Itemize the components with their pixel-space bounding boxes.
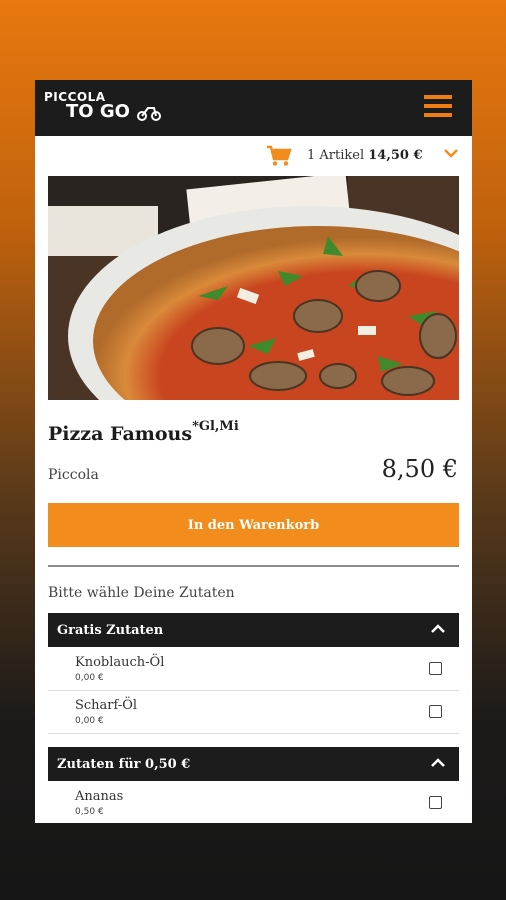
cart-bar[interactable]: 1 Artikel 14,50 €: [35, 136, 472, 176]
top-bar: PICCOLA TO GO: [35, 80, 472, 136]
chevron-up-icon[interactable]: [431, 758, 445, 768]
product-size: Piccola: [48, 467, 99, 483]
ingredients-prompt: Bitte wähle Deine Zutaten: [48, 585, 235, 601]
chevron-up-icon[interactable]: [431, 624, 445, 634]
group-header-paid[interactable]: Zutaten für 0,50 €: [48, 747, 459, 781]
add-to-cart-button[interactable]: In den Warenkorb: [48, 503, 459, 547]
scooter-icon: [137, 107, 161, 121]
list-item[interactable]: Ananas 0,50 €: [48, 782, 459, 823]
cart-count: 1 Artikel: [307, 148, 365, 163]
allergen-codes: *Gl,Mi: [192, 419, 239, 434]
product-image: [48, 176, 459, 400]
product-title: Pizza Famous*Gl,Mi: [48, 419, 239, 445]
chevron-down-icon[interactable]: [444, 148, 458, 158]
product-card: PICCOLA TO GO 1 Artikel 14,50 € Pizza Fa…: [35, 80, 472, 823]
ingredient-checkbox[interactable]: [429, 705, 442, 718]
hamburger-menu-icon[interactable]: [424, 95, 452, 121]
product-price: 8,50 €: [381, 455, 458, 483]
shopping-cart-icon[interactable]: [266, 145, 292, 167]
ingredient-checkbox[interactable]: [429, 662, 442, 675]
divider: [48, 565, 459, 567]
logo[interactable]: PICCOLA TO GO: [44, 91, 161, 121]
list-item[interactable]: Knoblauch-Öl 0,00 €: [48, 648, 459, 691]
ingredient-checkbox[interactable]: [429, 796, 442, 809]
list-item[interactable]: Scharf-Öl 0,00 €: [48, 691, 459, 734]
cart-total: 14,50 €: [368, 148, 423, 163]
group-header-free[interactable]: Gratis Zutaten: [48, 613, 459, 647]
cart-summary[interactable]: 1 Artikel 14,50 €: [307, 148, 423, 163]
